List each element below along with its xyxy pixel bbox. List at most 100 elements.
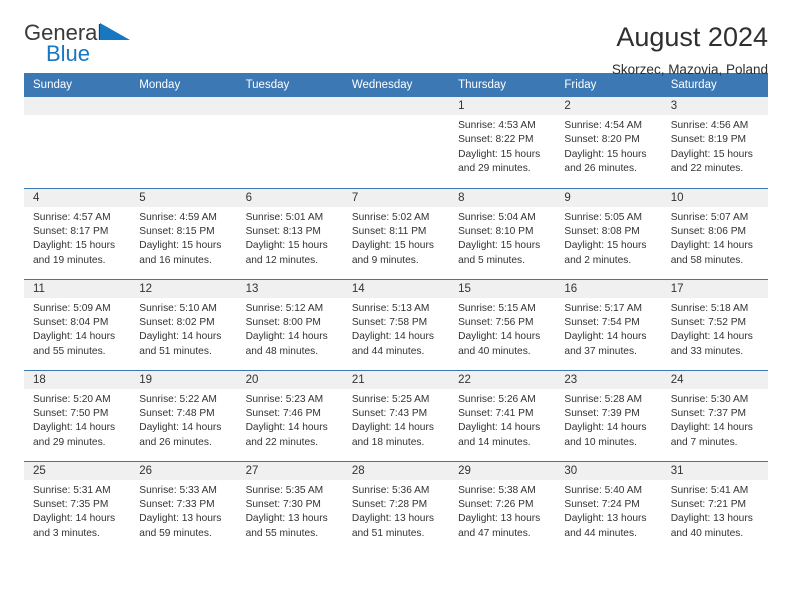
- calendar-day-cell[interactable]: 25 Sunrise: 5:31 AM Sunset: 7:35 PM Dayligh…: [24, 460, 131, 552]
- calendar-day-cell[interactable]: 26 Sunrise: 5:33 AM Sunset: 7:33 PM Dayligh…: [130, 460, 237, 552]
- day-number: 23: [555, 370, 662, 389]
- daylight-text-line2: and 29 minutes.: [458, 163, 531, 175]
- sunrise-text: Sunrise: 5:31 AM: [33, 484, 111, 496]
- daylight-text-line1: Daylight: 14 hours: [33, 513, 116, 525]
- calendar-day-cell[interactable]: 6 Sunrise: 5:01 AM Sunset: 8:13 PM Daylight…: [236, 187, 343, 279]
- calendar-day-cell[interactable]: 19 Sunrise: 5:22 AM Sunset: 7:48 PM Dayligh…: [130, 369, 237, 461]
- daylight-text-line1: Daylight: 13 hours: [245, 513, 328, 525]
- calendar-day-cell[interactable]: 12 Sunrise: 5:10 AM Sunset: 8:02 PM Dayligh…: [130, 278, 237, 370]
- sunset-text: Sunset: 7:50 PM: [33, 407, 109, 419]
- daylight-text-line2: and 10 minutes.: [564, 436, 637, 448]
- sunrise-text: Sunrise: 5:01 AM: [245, 211, 324, 223]
- calendar-day-cell[interactable]: 8 Sunrise: 5:04 AM Sunset: 8:10 PM Daylight…: [449, 187, 556, 279]
- day-details: Sunrise: 5:12 AM Sunset: 8:00 PM Daylight:…: [237, 298, 343, 360]
- calendar-page: General Blue August 2024 Skorzec, Mazovi…: [0, 0, 792, 612]
- day-details: Sunrise: 5:17 AM Sunset: 7:54 PM Daylight:…: [555, 298, 661, 360]
- weekday-header-thursday: Thursday: [449, 73, 556, 97]
- calendar-day-cell[interactable]: 18 Sunrise: 5:20 AM Sunset: 7:50 PM Dayligh…: [24, 369, 131, 461]
- calendar-day-cell[interactable]: 16 Sunrise: 5:17 AM Sunset: 7:54 PM Dayligh…: [555, 278, 662, 370]
- weekday-header-tuesday: Tuesday: [236, 73, 343, 97]
- calendar-day-cell-empty: [130, 97, 237, 188]
- day-number: 14: [342, 279, 450, 298]
- daylight-text-line2: and 40 minutes.: [458, 345, 531, 357]
- calendar-day-cell[interactable]: 1 Sunrise: 4:53 AM Sunset: 8:22 PM Daylight…: [449, 97, 556, 188]
- calendar-day-cell[interactable]: 21 Sunrise: 5:25 AM Sunset: 7:43 PM Dayligh…: [342, 369, 450, 461]
- daylight-text-line2: and 12 minutes.: [245, 254, 319, 266]
- sunset-text: Sunset: 8:19 PM: [670, 134, 747, 146]
- day-details: Sunrise: 5:33 AM Sunset: 7:33 PM Daylight:…: [130, 480, 236, 542]
- calendar-day-cell[interactable]: 31 Sunrise: 5:41 AM Sunset: 7:21 PM Dayligh…: [661, 460, 768, 552]
- calendar-day-cell[interactable]: 20 Sunrise: 5:23 AM Sunset: 7:46 PM Dayligh…: [236, 369, 343, 461]
- calendar-day-cell[interactable]: 23 Sunrise: 5:28 AM Sunset: 7:39 PM Dayligh…: [555, 369, 662, 461]
- daylight-text-line2: and 47 minutes.: [458, 527, 531, 539]
- day-details: Sunrise: 5:15 AM Sunset: 7:56 PM Daylight:…: [449, 298, 555, 360]
- calendar-day-cell[interactable]: 17 Sunrise: 5:18 AM Sunset: 7:52 PM Dayligh…: [661, 278, 768, 370]
- day-details: Sunrise: 4:56 AM Sunset: 8:19 PM Daylight:…: [662, 115, 768, 177]
- calendar-day-cell[interactable]: 4 Sunrise: 4:57 AM Sunset: 8:17 PM Daylight…: [24, 187, 131, 279]
- sunrise-text: Sunrise: 5:05 AM: [564, 211, 642, 223]
- day-details: Sunrise: 5:36 AM Sunset: 7:28 PM Daylight:…: [343, 480, 449, 542]
- weekday-header-sunday: Sunday: [24, 73, 131, 97]
- sunrise-text: Sunrise: 5:12 AM: [245, 302, 324, 314]
- daylight-text-line1: Daylight: 14 hours: [351, 331, 434, 343]
- calendar-day-cell[interactable]: 10 Sunrise: 5:07 AM Sunset: 8:06 PM Dayligh…: [661, 187, 768, 279]
- sunset-text: Sunset: 7:37 PM: [670, 407, 747, 419]
- day-number: 5: [130, 188, 237, 207]
- brand-logo[interactable]: General Blue: [24, 22, 144, 70]
- day-details: Sunrise: 5:09 AM Sunset: 8:04 PM Daylight:…: [24, 298, 130, 360]
- sunrise-text: Sunrise: 5:33 AM: [139, 484, 217, 496]
- calendar-day-cell[interactable]: 28 Sunrise: 5:36 AM Sunset: 7:28 PM Dayligh…: [342, 460, 450, 552]
- sunrise-text: Sunrise: 5:40 AM: [564, 484, 642, 496]
- sunset-text: Sunset: 7:24 PM: [564, 498, 640, 510]
- day-number: 13: [236, 279, 343, 298]
- calendar-day-cell[interactable]: 30 Sunrise: 5:40 AM Sunset: 7:24 PM Dayligh…: [555, 460, 662, 552]
- calendar-day-cell[interactable]: 7 Sunrise: 5:02 AM Sunset: 8:11 PM Daylight…: [342, 187, 450, 279]
- calendar-day-cell[interactable]: 29 Sunrise: 5:38 AM Sunset: 7:26 PM Dayligh…: [449, 460, 556, 552]
- day-number: 22: [449, 370, 556, 389]
- daylight-text-line2: and 37 minutes.: [564, 345, 637, 357]
- sunset-text: Sunset: 7:52 PM: [670, 316, 747, 328]
- daylight-text-line1: Daylight: 14 hours: [670, 240, 753, 252]
- calendar-day-cell[interactable]: 24 Sunrise: 5:30 AM Sunset: 7:37 PM Dayligh…: [661, 369, 768, 461]
- daylight-text-line2: and 7 minutes.: [670, 436, 738, 448]
- daylight-text-line2: and 9 minutes.: [351, 254, 419, 266]
- day-details: Sunrise: 5:18 AM Sunset: 7:52 PM Daylight:…: [662, 298, 768, 360]
- day-details: Sunrise: 5:25 AM Sunset: 7:43 PM Daylight:…: [343, 389, 449, 451]
- sunrise-text: Sunrise: 5:23 AM: [245, 393, 324, 405]
- calendar-body: 1 Sunrise: 4:53 AM Sunset: 8:22 PM Daylight…: [24, 97, 768, 552]
- daylight-text-line2: and 18 minutes.: [351, 436, 425, 448]
- sunrise-text: Sunrise: 5:38 AM: [458, 484, 536, 496]
- calendar-day-cell[interactable]: 15 Sunrise: 5:15 AM Sunset: 7:56 PM Dayligh…: [449, 278, 556, 370]
- sunset-text: Sunset: 7:39 PM: [564, 407, 640, 419]
- sunset-text: Sunset: 7:58 PM: [351, 316, 428, 328]
- sunrise-text: Sunrise: 4:53 AM: [458, 120, 536, 131]
- day-number: 20: [236, 370, 343, 389]
- sunrise-text: Sunrise: 5:18 AM: [670, 302, 749, 314]
- calendar-day-cell[interactable]: 5 Sunrise: 4:59 AM Sunset: 8:15 PM Daylight…: [130, 187, 237, 279]
- daylight-text-line1: Daylight: 15 hours: [458, 240, 541, 252]
- calendar-day-cell[interactable]: 11 Sunrise: 5:09 AM Sunset: 8:04 PM Dayligh…: [24, 278, 131, 370]
- daylight-text-line1: Daylight: 15 hours: [458, 148, 541, 160]
- sunset-text: Sunset: 7:43 PM: [351, 407, 428, 419]
- sunset-text: Sunset: 7:56 PM: [458, 316, 534, 328]
- sunrise-text: Sunrise: 4:59 AM: [139, 211, 217, 223]
- day-details: Sunrise: 5:35 AM Sunset: 7:30 PM Daylight:…: [237, 480, 343, 542]
- day-number: [342, 97, 450, 115]
- calendar-day-cell[interactable]: 3 Sunrise: 4:56 AM Sunset: 8:19 PM Daylight…: [661, 97, 768, 188]
- weekday-header-wednesday: Wednesday: [342, 73, 450, 97]
- daylight-text-line2: and 51 minutes.: [139, 345, 212, 357]
- sunset-text: Sunset: 7:26 PM: [458, 498, 534, 510]
- calendar-day-cell[interactable]: 9 Sunrise: 5:05 AM Sunset: 8:08 PM Daylight…: [555, 187, 662, 279]
- brand-name-blue: Blue: [46, 41, 91, 66]
- calendar-day-cell[interactable]: 2 Sunrise: 4:54 AM Sunset: 8:20 PM Daylight…: [555, 97, 662, 188]
- sunset-text: Sunset: 8:20 PM: [564, 134, 640, 146]
- calendar-day-cell[interactable]: 14 Sunrise: 5:13 AM Sunset: 7:58 PM Dayligh…: [342, 278, 450, 370]
- day-number: 4: [24, 188, 131, 207]
- day-number: 16: [555, 279, 662, 298]
- daylight-text-line1: Daylight: 14 hours: [245, 422, 328, 434]
- day-number: [130, 97, 237, 115]
- calendar-day-cell[interactable]: 27 Sunrise: 5:35 AM Sunset: 7:30 PM Dayligh…: [236, 460, 343, 552]
- calendar-day-cell[interactable]: 22 Sunrise: 5:26 AM Sunset: 7:41 PM Dayligh…: [449, 369, 556, 461]
- daylight-text-line2: and 29 minutes.: [33, 436, 106, 448]
- calendar-day-cell[interactable]: 13 Sunrise: 5:12 AM Sunset: 8:00 PM Dayligh…: [236, 278, 343, 370]
